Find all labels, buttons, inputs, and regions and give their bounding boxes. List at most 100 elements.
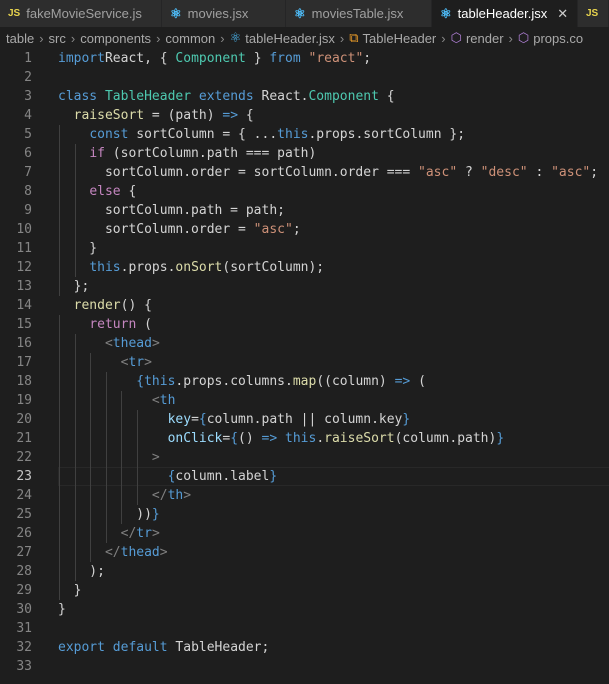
code-line[interactable]: 1 importReact, { Component } from "react"… [0,49,609,68]
code-text: } [58,581,82,600]
line-number: 25 [16,507,32,522]
code-line[interactable]: 7 sortColumn.order = sortColumn.order ==… [0,163,609,182]
line-number: 23 [16,469,32,484]
code-token: raiseSort [324,431,395,446]
code-editor[interactable]: 1 importReact, { Component } from "react"… [0,49,609,684]
code-token: () [238,431,262,446]
code-token: onSort [175,260,223,275]
code-line[interactable]: 10 sortColumn.order = "asc"; [0,220,609,239]
code-text: sortColumn.order = sortColumn.order === … [58,163,598,182]
code-token: from [269,51,301,66]
code-line[interactable]: 9 sortColumn.path = path; [0,201,609,220]
chevron-right-icon: › [39,30,44,46]
code-text: sortColumn.path = path; [58,201,285,220]
code-token: thead [120,545,160,560]
code-token: : [527,165,552,180]
code-token: onClick [167,431,223,446]
breadcrumb-item[interactable]: render [466,31,504,46]
code-token: "desc" [480,165,528,180]
code-token: ((column) [316,374,395,389]
code-text: else { [58,182,136,201]
code-line[interactable]: 20 key={column.path || column.key} [0,410,609,429]
code-line[interactable]: 16 <thead> [0,334,609,353]
chevron-right-icon: › [156,30,161,46]
code-line[interactable]: 27 </thead> [0,543,609,562]
code-text: <thead> [58,334,160,353]
code-token: sortColumn.order = [58,222,254,237]
code-line[interactable]: 22 > [0,448,609,467]
chevron-right-icon: › [70,30,76,46]
code-line[interactable]: 30} [0,600,609,619]
code-line[interactable]: 14 render() { [0,296,609,315]
react-file-icon: ⚛ [229,30,242,45]
breadcrumb-item[interactable]: tableHeader.jsx [245,31,335,46]
line-number: 18 [16,374,32,389]
line-number: 9 [24,203,32,218]
code-token: React. [253,89,309,104]
code-line[interactable]: 12 this.props.onSort(sortColumn); [0,258,609,277]
code-text: export default TableHeader; [58,638,269,657]
code-token: extends [198,89,254,104]
breadcrumb-item[interactable]: TableHeader [363,31,437,46]
code-line[interactable]: 2 [0,68,609,87]
code-line[interactable]: 32 export default TableHeader; [0,638,609,657]
code-text: <tr> [58,353,152,372]
code-token: class [58,89,98,104]
code-token: this [89,260,121,275]
breadcrumb-item[interactable]: props.co [533,31,583,46]
line-number: 33 [16,659,32,674]
code-line[interactable]: 8 else { [0,182,609,201]
tab-overflow-js[interactable]: JS [578,0,609,27]
code-line[interactable]: 3 class TableHeader extends React.Compone… [0,87,609,106]
tab-tableheader[interactable]: ⚛ tableHeader.jsx ✕ [432,0,578,27]
code-line[interactable]: 28 ); [0,562,609,581]
code-line[interactable]: 31 [0,619,609,638]
tab-movies[interactable]: ⚛ movies.jsx [162,0,286,27]
line-number: 19 [16,393,32,408]
code-line[interactable]: 33 [0,657,609,676]
code-text: if (sortColumn.path === path) [58,144,316,163]
react-file-icon: ⚛ [294,5,306,21]
indent-guide [74,334,76,581]
breadcrumb-item[interactable]: components [80,31,151,46]
indent-guide [121,391,123,524]
code-line[interactable]: 15 return ( [0,315,609,334]
code-token: < [151,393,160,408]
code-line[interactable]: 13 }; [0,277,609,296]
code-token: ( [410,374,426,389]
code-line[interactable]: 18 {this.props.columns.map((column) => ( [0,372,609,391]
react-file-icon: ⚛ [440,5,452,21]
code-token: Component [175,51,246,66]
tab-fakemovieservice[interactable]: JS fakeMovieService.js [0,0,162,27]
breadcrumb-item[interactable]: src [49,31,66,46]
code-line[interactable]: 25 ))} [0,505,609,524]
code-line[interactable]: 5 const sortColumn = { ...this.props.sor… [0,125,609,144]
tab-moviestable[interactable]: ⚛ moviesTable.jsx [286,0,432,27]
code-text: sortColumn.order = "asc"; [58,220,301,239]
code-line[interactable]: 17 <tr> [0,353,609,372]
line-number: 27 [16,545,32,560]
code-token: "asc" [253,222,293,237]
close-icon[interactable]: ✕ [557,6,568,22]
code-line[interactable]: 21 onClick={() => this.raiseSort(column.… [0,429,609,448]
code-token: { [198,412,207,427]
code-line[interactable]: 11 } [0,239,609,258]
code-line[interactable]: 26 </tr> [0,524,609,543]
code-token: ); [58,564,105,579]
code-token: "asc" [551,165,591,180]
code-line[interactable]: 6 if (sortColumn.path === path) [0,144,609,163]
line-number: 26 [16,526,32,541]
code-token: } [58,583,82,598]
code-token: React, { [104,51,176,66]
code-token: = [191,412,199,427]
indent-guide [74,144,76,277]
code-line[interactable]: 23 {column.label} [0,467,609,486]
code-line[interactable]: 19 <th [0,391,609,410]
code-token: => [222,108,239,123]
code-line[interactable]: 24 </th> [0,486,609,505]
breadcrumb-item[interactable]: common [165,31,215,46]
breadcrumb-item[interactable]: table [6,31,34,46]
code-line[interactable]: 29 } [0,581,609,600]
code-line[interactable]: 4 raiseSort = (path) => { [0,106,609,125]
